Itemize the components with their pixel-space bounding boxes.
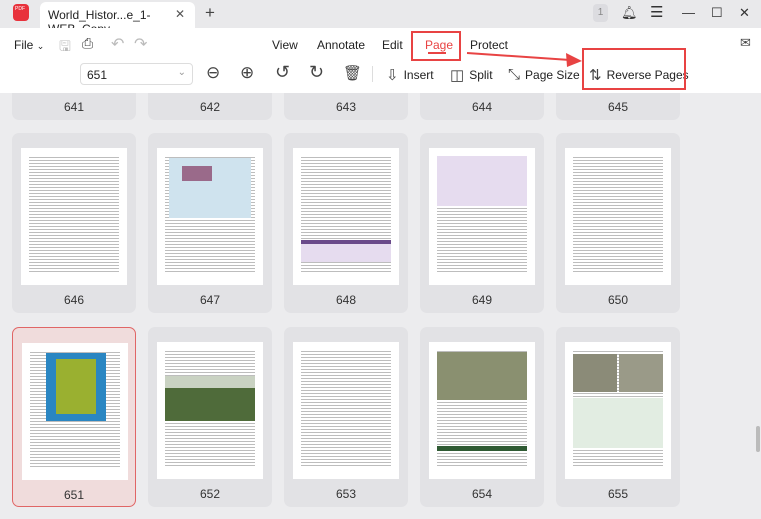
page-number-label: 648 (335, 293, 357, 307)
page-thumbnail-card[interactable]: 648 (284, 133, 408, 313)
page-thumbnail-image (565, 148, 671, 285)
page-figure (182, 166, 212, 181)
page-thumbnail-card[interactable]: 641 (12, 93, 136, 120)
page-thumbnail-card[interactable]: 645 (556, 93, 680, 120)
page-thumbnail-image (429, 342, 535, 479)
page-figure (301, 240, 391, 244)
page-thumbnail-card[interactable]: 650 (556, 133, 680, 313)
page-thumbnail-card[interactable]: 646 (12, 133, 136, 313)
page-thumbnail-card[interactable]: 649 (420, 133, 544, 313)
page-size-icon: ⤡ (508, 66, 521, 83)
page-thumbnail-card[interactable]: 654 (420, 327, 544, 507)
page-thumbnail-image (22, 343, 128, 480)
page-thumbnail-image (293, 148, 399, 285)
zoom-out-icon[interactable]: ⊖ (206, 63, 220, 83)
page-thumbnail-card[interactable]: 652 (148, 327, 272, 507)
page-thumbnail-image (21, 148, 127, 285)
page-thumbnail-image (429, 148, 535, 285)
text-lines (301, 350, 391, 467)
page-figure (573, 354, 617, 392)
text-lines (573, 156, 663, 273)
split-icon: ◫ (450, 67, 465, 84)
page-thumbnail-card[interactable]: 643 (284, 93, 408, 120)
rotate-right-icon[interactable]: ↻ (309, 62, 324, 83)
page-thumbnail-card[interactable]: 655 (556, 327, 680, 507)
page-number-label: 653 (335, 487, 357, 501)
page-number-label: 654 (471, 487, 493, 501)
page-thumbnail-card[interactable]: 647 (148, 133, 272, 313)
page-thumbnail-image (293, 342, 399, 479)
insert-button[interactable]: ⇩ Insert (386, 66, 434, 84)
rotate-left-icon[interactable]: ↺ (275, 62, 290, 83)
page-number-dropdown[interactable]: 651 ⌄ (80, 63, 193, 85)
page-number-label: 646 (63, 293, 85, 307)
page-size-button[interactable]: ⤡ Page Size (508, 66, 580, 83)
page-number-label: 650 (607, 293, 629, 307)
page-number-label: 641 (63, 100, 85, 114)
page-number-label: 643 (335, 100, 357, 114)
page-figure (437, 156, 527, 206)
page-number-label: 649 (471, 293, 493, 307)
page-size-label: Page Size (525, 67, 580, 82)
page-thumbnail-card[interactable]: 653 (284, 327, 408, 507)
page-figure (437, 446, 527, 451)
page-number-label: 645 (607, 100, 629, 114)
delete-icon[interactable]: 🗑︎ (343, 64, 362, 82)
page-thumbnail-image (157, 148, 263, 285)
page-number-label: 651 (63, 488, 85, 502)
chevron-down-icon: ⌄ (177, 67, 186, 78)
page-thumbnail-image (565, 342, 671, 479)
split-label: Split (469, 68, 493, 82)
page-thumbnail-card[interactable]: 651 (12, 327, 136, 507)
page-number-label: 647 (199, 293, 221, 307)
page-figure (56, 359, 96, 414)
page-number-label: 652 (199, 487, 221, 501)
page-number-value: 651 (87, 68, 108, 82)
page-figure (573, 398, 663, 448)
page-thumbnail-grid[interactable]: 641 642 643 644 645 646 647 648 649 650 651 652 653 6… (0, 93, 761, 519)
page-number-label: 655 (607, 487, 629, 501)
page-figure (437, 352, 527, 400)
page-figure (619, 354, 663, 392)
vertical-scrollbar[interactable] (756, 426, 760, 452)
page-number-label: 642 (199, 100, 221, 114)
reverse-pages-highlight (582, 48, 686, 90)
insert-icon: ⇩ (386, 67, 399, 84)
page-thumbnail-image (157, 342, 263, 479)
text-lines (29, 156, 119, 273)
page-thumbnail-card[interactable]: 644 (420, 93, 544, 120)
divider (372, 66, 373, 82)
page-number-label: 644 (471, 100, 493, 114)
page-thumbnail-card[interactable]: 642 (148, 93, 272, 120)
insert-label: Insert (403, 68, 434, 82)
split-button[interactable]: ◫ Split (450, 66, 493, 84)
page-figure (165, 376, 255, 388)
zoom-in-icon[interactable]: ⊕ (240, 63, 254, 83)
